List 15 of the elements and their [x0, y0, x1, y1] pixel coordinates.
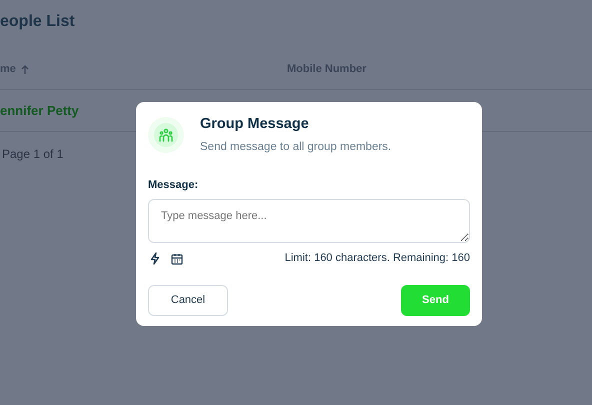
lightning-icon[interactable] — [150, 252, 160, 265]
calendar-icon[interactable] — [171, 252, 183, 264]
cancel-button[interactable]: Cancel — [148, 284, 228, 316]
page-title: eople List — [0, 12, 76, 32]
column-header[interactable]: Mobile Number — [287, 61, 366, 78]
dialog-title: Group Message — [200, 115, 310, 134]
dialog-subtitle: Send message to all group members. — [200, 140, 392, 155]
pagination-text: Page 1 of 1 — [2, 146, 64, 163]
column-header[interactable]: me — [0, 61, 16, 78]
character-limit-text: Limit: 160 characters. Remaining: 160 — [284, 251, 470, 266]
send-button[interactable]: Send — [401, 284, 470, 316]
person-name-link[interactable]: ennifer Petty — [0, 100, 79, 120]
field-label: Message: — [148, 178, 200, 193]
group-icon — [148, 117, 184, 153]
message-field[interactable]: Type message here... — [148, 198, 470, 242]
